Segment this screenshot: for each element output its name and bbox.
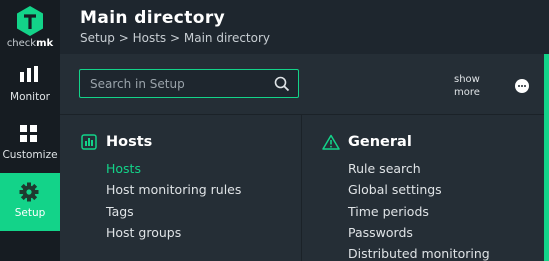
link-passwords[interactable]: Passwords (348, 225, 413, 240)
nav-customize[interactable]: Customize (0, 115, 60, 173)
general-section-title: General (348, 134, 412, 150)
nav-setup[interactable]: Setup (0, 173, 60, 231)
setup-gear-icon (19, 182, 39, 202)
nav-setup-label: Setup (14, 207, 46, 219)
search-input[interactable] (80, 70, 270, 97)
link-tags[interactable]: Tags (106, 204, 134, 219)
page-header: Main directory Setup > Hosts > Main dire… (60, 0, 549, 54)
checkmk-logo-icon (17, 6, 43, 36)
divider (60, 114, 544, 115)
search-box[interactable] (79, 69, 299, 98)
more-dots-icon[interactable] (515, 79, 529, 93)
search-icon[interactable] (274, 76, 290, 92)
logo-text: checkmk (6, 38, 54, 49)
nav-monitor-label: Monitor (10, 91, 50, 103)
nav-monitor[interactable]: Monitor (0, 57, 60, 115)
customize-grid-icon (20, 125, 37, 142)
main-content: show more Hosts Hosts Host monitoring ru… (60, 54, 544, 261)
page-title: Main directory (80, 8, 226, 28)
link-distributed-monitoring[interactable]: Distributed monitoring (348, 246, 490, 261)
breadcrumb[interactable]: Setup > Hosts > Main directory (80, 31, 270, 45)
sidebar: checkmk Monitor Customize Setup (0, 0, 60, 261)
link-host-groups[interactable]: Host groups (106, 225, 181, 240)
link-rule-search[interactable]: Rule search (348, 161, 421, 176)
nav-customize-label: Customize (2, 149, 58, 161)
hosts-chart-icon (81, 134, 97, 150)
link-host-monitoring-rules[interactable]: Host monitoring rules (106, 182, 241, 197)
monitor-bars-icon (20, 66, 38, 82)
show-more-button[interactable]: show more (454, 73, 480, 99)
link-global-settings[interactable]: Global settings (348, 182, 442, 197)
warning-triangle-icon (322, 134, 340, 150)
link-hosts[interactable]: Hosts (106, 161, 141, 176)
link-time-periods[interactable]: Time periods (348, 204, 429, 219)
checkmk-logo[interactable]: checkmk (0, 0, 60, 56)
hosts-section-title: Hosts (106, 134, 153, 150)
column-divider (301, 114, 302, 261)
scrollbar[interactable] (544, 54, 549, 261)
